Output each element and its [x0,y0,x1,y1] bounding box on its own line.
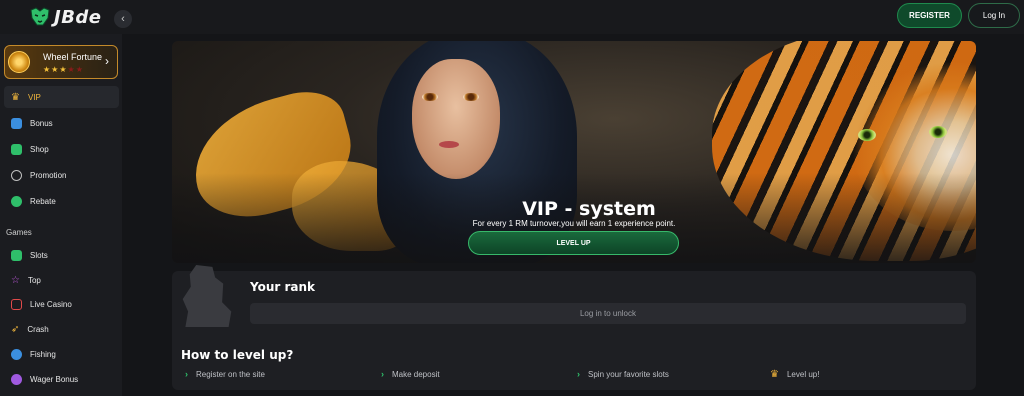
rank-panel: Your rank Log in to unlock How to level … [172,265,976,390]
chevron-right-icon: › [185,369,188,379]
sidebar-item-label: Top [27,275,41,285]
vip-banner: VIP - system For every 1 RM turnover,you… [172,41,976,263]
rocket-icon: ➶ [11,323,20,335]
step-item: › Spin your favorite slots [577,369,669,379]
rank-avatar-silhouette [182,265,232,327]
banner-subtitle: For every 1 RM turnover,you will earn 1 … [472,219,676,228]
live-casino-icon [11,298,22,310]
sidebar-item-fishing[interactable]: Fishing [4,343,119,365]
star-empty-icon: ★ [75,65,84,74]
step-label: Level up! [786,370,820,379]
sidebar-item-label: Shop [30,144,49,154]
banner-art-lips [439,141,459,148]
games-section-label: Games [6,228,32,237]
sidebar-item-label: Live Casino [30,299,72,309]
rank-title: Your rank [250,280,316,294]
top-bar: JBde ‹ REGISTER Log In [0,0,1024,34]
sidebar-item-label: Fishing [30,349,56,359]
banner-art-tiger-eye [929,126,947,138]
sidebar-item-label: Promotion [30,170,67,180]
chevron-left-icon: ‹ [121,13,125,25]
sidebar-collapse-button[interactable]: ‹ [114,10,132,28]
sidebar-item-rebate[interactable]: Rebate [4,190,119,212]
sidebar-item-label: Bonus [30,118,53,128]
howto-title: How to level up? [181,348,294,362]
sidebar-item-label: Slots [30,250,48,260]
compass-icon [11,169,22,181]
sidebar-item-label: Crash [27,324,49,334]
sidebar-item-shop[interactable]: Shop [4,138,119,160]
sidebar-item-label: VIP [27,92,41,102]
sidebar-item-label: Wager Bonus [30,374,79,384]
sidebar-item-top[interactable]: ☆ Top [4,269,119,291]
banner-art-eye [422,93,438,101]
register-button[interactable]: REGISTER [897,3,962,28]
sidebar-item-slots[interactable]: Slots [4,244,119,266]
logo-text: JBde [54,6,102,28]
wheel-icon [8,51,30,73]
banner-title: VIP - system [522,198,656,220]
sidebar-item-vip[interactable]: ♛ VIP [4,86,119,108]
level-up-button[interactable]: LEVEL UP [468,231,679,255]
step-item: ♛ Level up! [770,369,819,380]
sidebar-item-wager-bonus[interactable]: Wager Bonus [4,368,119,390]
star-icon: ☆ [11,274,20,286]
sidebar-item-bonus[interactable]: Bonus [4,112,119,134]
step-item: › Register on the site [185,369,265,379]
tiger-logo-icon [30,7,50,26]
sidebar-item-live-casino[interactable]: Live Casino [4,293,119,315]
chevron-right-icon: › [105,54,109,68]
sidebar: Wheel Fortune ★★★★★ › ♛ VIP Bonus Shop P… [0,34,122,396]
wheel-fortune-card[interactable]: Wheel Fortune ★★★★★ › [4,45,118,79]
banner-art-eye [463,93,479,101]
login-to-unlock-bar[interactable]: Log in to unlock [250,303,966,324]
sidebar-item-promotion[interactable]: Promotion [4,164,119,186]
crown-icon: ♛ [11,91,20,103]
login-button[interactable]: Log In [968,3,1020,28]
site-logo[interactable]: JBde [28,6,102,28]
step-label: Register on the site [196,369,265,379]
wheel-rating: ★★★★★ [43,65,84,74]
step-label: Spin your favorite slots [588,369,669,379]
chevron-right-icon: › [577,369,580,379]
crown-icon: ♛ [770,369,779,380]
fish-icon [11,348,22,360]
chevron-right-icon: › [381,369,384,379]
star-empty-icon: ★ [67,65,76,74]
rebate-icon [11,195,22,207]
slots-icon [11,249,22,261]
sidebar-item-crash[interactable]: ➶ Crash [4,318,119,340]
banner-art-tiger-eye [858,129,876,141]
shop-icon [11,143,22,155]
wheel-title: Wheel Fortune [43,52,103,62]
star-icon: ★ [43,65,52,74]
wager-icon [11,373,22,385]
sidebar-item-label: Rebate [30,196,56,206]
banner-art-face [412,59,500,179]
gift-icon [11,117,22,129]
step-label: Make deposit [392,369,440,379]
step-item: › Make deposit [381,369,440,379]
star-icon: ★ [59,65,68,74]
